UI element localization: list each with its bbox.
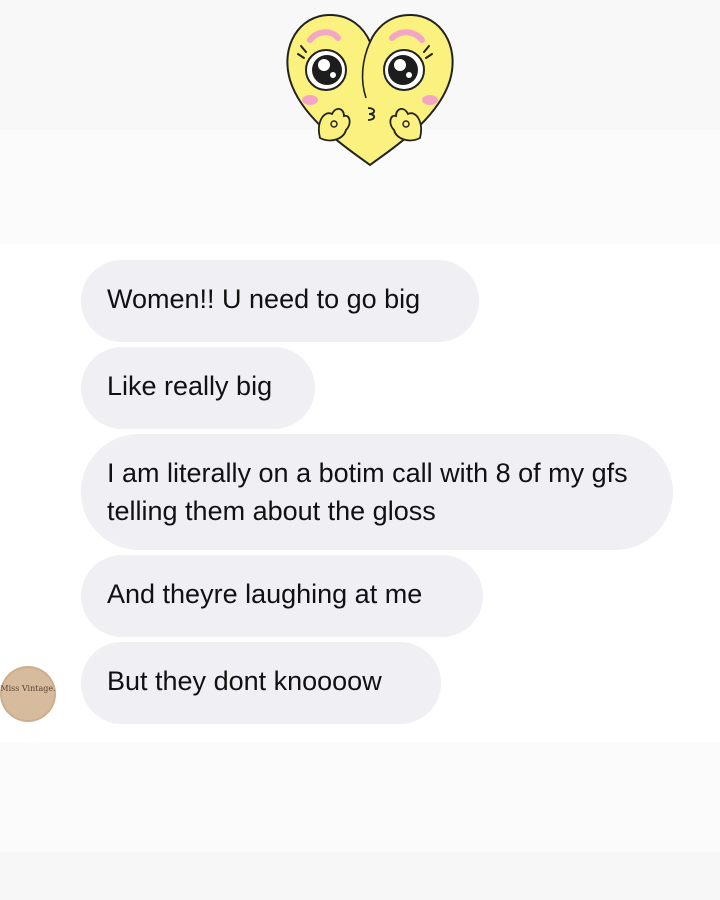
message-text: Like really big [107,371,273,401]
message-bubble[interactable]: But they dont knoooow [81,642,441,724]
message-thread: Women!! U need to go big Like really big… [0,244,720,742]
avatar-logo-text: Miss Vintage. [0,684,56,693]
message-text: Women!! U need to go big [107,284,421,314]
message-text: But they dont knoooow [107,666,382,696]
message-bubble[interactable]: Like really big [81,347,315,429]
avatar-background [2,668,54,720]
message-text: I am literally on a botim call with 8 of… [107,458,628,526]
message-text: And theyre laughing at me [107,579,423,609]
message-bubble[interactable]: Women!! U need to go big [81,260,479,342]
message-bubble[interactable]: And theyre laughing at me [81,555,483,637]
message-bubble[interactable]: I am literally on a botim call with 8 of… [81,434,673,550]
heart-face-sticker-icon[interactable] [280,10,460,170]
bottom-area [0,742,720,900]
sticker-area [0,0,720,244]
bottom-shade [0,852,720,900]
sender-avatar[interactable]: Miss Vintage. [0,666,56,722]
